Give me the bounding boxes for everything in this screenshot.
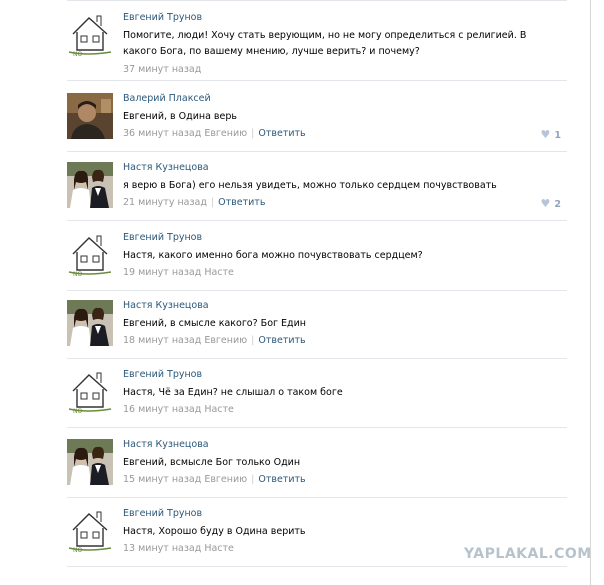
comment: NO Евгений Трунов Настя, какого именно б… (67, 232, 567, 291)
heart-icon: ♥ (540, 128, 551, 141)
comment-text: я верю в Бога) его нельзя увидеть, можно… (123, 180, 497, 191)
man-photo-icon (67, 93, 113, 139)
timestamp[interactable]: 18 минут назад Евгению (123, 335, 247, 346)
comment-text: Евгений, всмысле Бог только Один (123, 457, 301, 468)
avatar[interactable] (67, 300, 113, 346)
house-drawing-icon: NO (67, 508, 113, 554)
comment: Настя Кузнецова Евгений, в смысле какого… (67, 300, 567, 359)
author-name[interactable]: Евгений Трунов (123, 12, 202, 23)
timestamp[interactable]: 21 минуту назад (123, 197, 207, 208)
two-girls-photo-icon (67, 300, 113, 346)
house-drawing-icon: NO (67, 232, 113, 278)
comment-meta: 16 минут назад Насте (123, 404, 234, 415)
svg-text:NO: NO (73, 547, 82, 554)
comment-meta: 36 минут назад Евгению | Ответить (123, 128, 306, 139)
author-name[interactable]: Настя Кузнецова (123, 300, 209, 311)
heart-icon: ♥ (540, 197, 551, 210)
reply-link[interactable]: Ответить (218, 197, 265, 208)
comment-meta: 18 минут назад Евгению | Ответить (123, 335, 306, 346)
avatar[interactable]: NO (67, 232, 113, 278)
separator: | (251, 474, 255, 485)
comment-text: Настя, какого именно бога можно почувств… (123, 250, 423, 261)
svg-text:NO: NO (73, 271, 82, 278)
author-name[interactable]: Евгений Трунов (123, 232, 202, 243)
comment-meta: 21 минуту назад | Ответить (123, 197, 265, 208)
comment: Настя Кузнецова Евгений, всмысле Бог тол… (67, 439, 567, 498)
author-name[interactable]: Валерий Плаксей (123, 93, 211, 104)
two-girls-photo-icon (67, 439, 113, 485)
avatar[interactable]: NO (67, 369, 113, 415)
divider (67, 0, 567, 1)
author-name[interactable]: Евгений Трунов (123, 508, 202, 519)
timestamp[interactable]: 15 минут назад Евгению (123, 474, 247, 485)
separator: | (210, 197, 215, 208)
comment-text: Евгений, в смысле какого? Бог Един (123, 318, 306, 329)
avatar[interactable] (67, 439, 113, 485)
comment-text: Помогите, люди! Хочу стать верующим, но … (123, 30, 527, 57)
comment-meta: 13 минут назад Насте (123, 543, 234, 554)
two-girls-photo-icon (67, 162, 113, 208)
author-name[interactable]: Настя Кузнецова (123, 439, 209, 450)
svg-text:NO: NO (73, 51, 82, 58)
comment-meta: 37 минут назад (123, 64, 201, 75)
comment-text: Настя, Хорошо буду в Одина верить (123, 526, 306, 537)
separator: | (251, 335, 255, 346)
timestamp[interactable]: 13 минут назад Насте (123, 543, 234, 554)
comment-text: Настя, Чё за Един? не слышал о таком бог… (123, 387, 343, 398)
reply-link[interactable]: Ответить (258, 335, 305, 346)
author-name[interactable]: Евгений Трунов (123, 369, 202, 380)
comment-meta: 15 минут назад Евгению | Ответить (123, 474, 306, 485)
comment: NO Евгений Трунов Настя, Чё за Един? не … (67, 369, 567, 428)
separator: | (251, 128, 255, 139)
reply-link[interactable]: Ответить (258, 128, 305, 139)
timestamp[interactable]: 19 минут назад Насте (123, 267, 234, 278)
timestamp[interactable]: 36 минут назад Евгению (123, 128, 247, 139)
avatar[interactable] (67, 162, 113, 208)
svg-text:NO: NO (73, 408, 82, 415)
avatar[interactable] (67, 93, 113, 139)
comment: Настя Кузнецова я верю в Бога) его нельз… (67, 162, 567, 221)
avatar[interactable]: NO (67, 508, 113, 554)
timestamp[interactable]: 16 минут назад Насте (123, 404, 234, 415)
watermark: YAPLAKAL.COM (464, 546, 592, 562)
house-drawing-icon: NO (67, 12, 113, 58)
like-button[interactable]: ♥ 1 (541, 128, 562, 141)
comment-meta: 19 минут назад Насте (123, 267, 234, 278)
avatar[interactable]: NO (67, 12, 113, 58)
timestamp[interactable]: 37 минут назад (123, 64, 201, 75)
comment: NO Евгений Трунов Помогите, люди! Хочу с… (67, 12, 567, 81)
comment: Валерий Плаксей Евгений, в Одина верь 36… (67, 93, 567, 152)
like-count: 2 (554, 199, 561, 210)
house-drawing-icon: NO (67, 369, 113, 415)
comment-text: Евгений, в Одина верь (123, 111, 237, 122)
like-button[interactable]: ♥ 2 (541, 197, 562, 210)
reply-link[interactable]: Ответить (258, 474, 305, 485)
like-count: 1 (554, 130, 561, 141)
author-name[interactable]: Настя Кузнецова (123, 162, 209, 173)
